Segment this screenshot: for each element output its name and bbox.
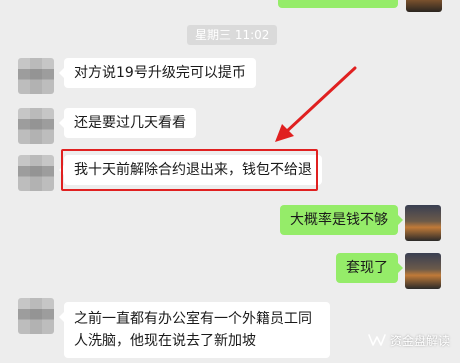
annotation-arrow — [275, 66, 357, 142]
channel-watermark: 资金盘解读 — [368, 330, 450, 350]
watermark-text: 资金盘解读 — [390, 333, 451, 348]
wechat-channel-icon — [368, 334, 386, 346]
